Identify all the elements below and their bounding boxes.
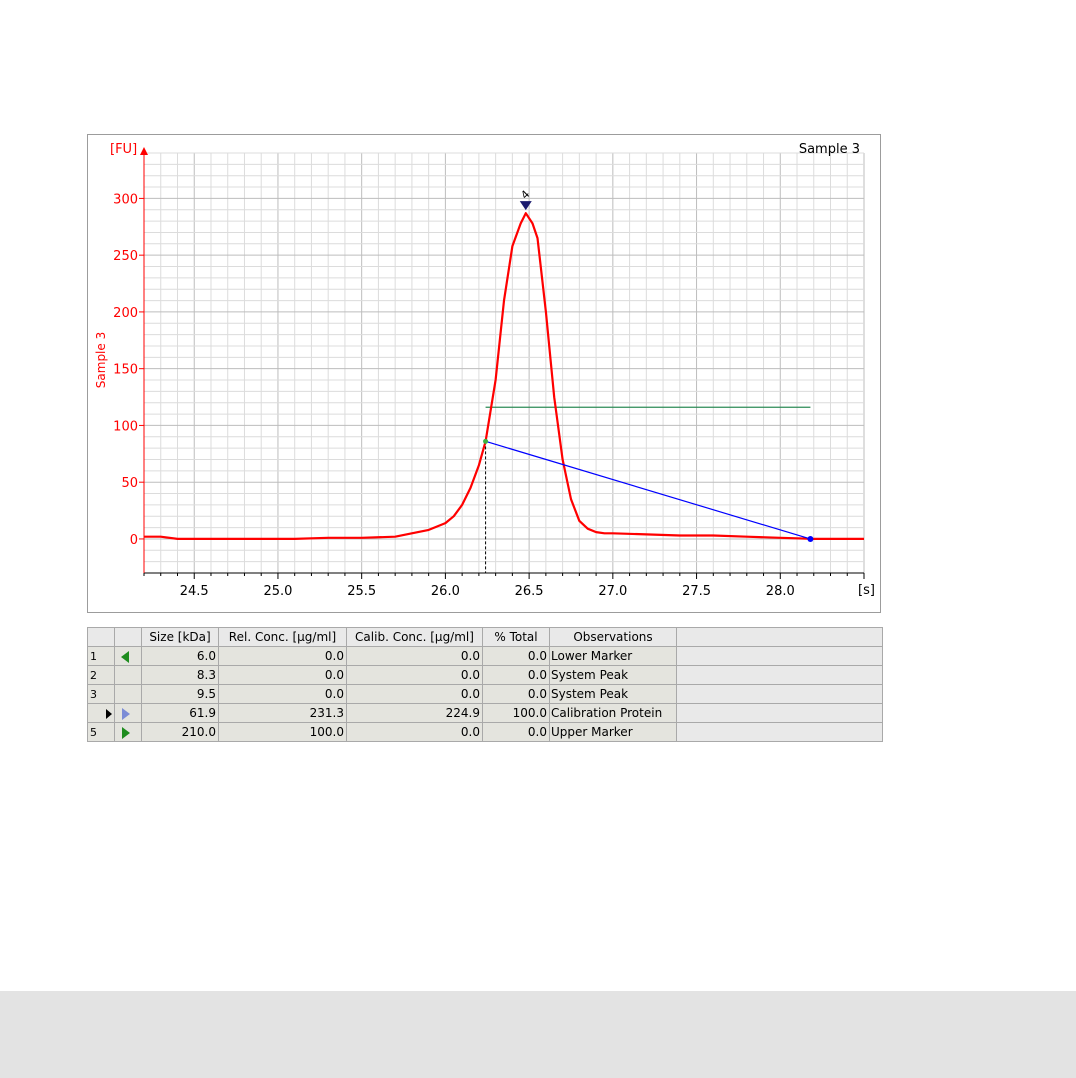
calib-conc-cell: 224.9 (346, 703, 483, 723)
percent-total-cell: 0.0 (482, 665, 550, 685)
row-marker-cell (114, 722, 142, 742)
column-header-size[interactable]: Size [kDa] (141, 627, 219, 647)
column-header-observations[interactable]: Observations (549, 627, 677, 647)
row-index[interactable] (87, 703, 115, 723)
electropherogram-panel[interactable]: 24.5 25.0 25.5 26.0 26.5 27.0 27.5 28.0 0 50 100 15… (87, 134, 881, 613)
upper-marker-icon (122, 726, 130, 739)
row-marker-cell (114, 646, 142, 666)
rel-conc-cell: 0.0 (218, 684, 347, 704)
y-tick-label: 50 (121, 476, 138, 491)
percent-total-cell: 0.0 (482, 684, 550, 704)
table-header-row: Size [kDa] Rel. Conc. [µg/ml] Calib. Con… (87, 627, 883, 647)
chart-title: Sample 3 (799, 142, 860, 157)
y-tick-label: 250 (113, 249, 138, 264)
calib-conc-cell: 0.0 (346, 665, 483, 685)
x-tick-label: 26.0 (431, 584, 460, 599)
observations-cell: System Peak (549, 665, 677, 685)
x-tick-label: 25.0 (263, 584, 292, 599)
y-tick-label: 300 (113, 192, 138, 207)
column-header-index[interactable] (87, 627, 115, 647)
row-index[interactable]: 5 (87, 722, 115, 742)
footer-band (0, 991, 1076, 1078)
size-cell: 9.5 (141, 684, 219, 704)
observations-cell: Calibration Protein (549, 703, 677, 723)
size-cell: 61.9 (141, 703, 219, 723)
table-row[interactable]: 2 8.3 0.0 0.0 0.0 System Peak (87, 665, 883, 685)
row-index-label: 2 (90, 668, 97, 682)
y-axis-arrow (140, 147, 148, 155)
column-header-filler (676, 627, 883, 647)
table-row[interactable]: 5 210.0 100.0 0.0 0.0 Upper Marker (87, 722, 883, 742)
row-index-label: 1 (90, 649, 97, 663)
x-tick-label: 26.5 (515, 584, 544, 599)
size-cell: 210.0 (141, 722, 219, 742)
row-index[interactable]: 1 (87, 646, 115, 666)
rel-conc-cell: 100.0 (218, 722, 347, 742)
row-filler-cell (676, 722, 883, 742)
size-cell: 8.3 (141, 665, 219, 685)
row-filler-cell (676, 665, 883, 685)
y-axis-label: Sample 3 (94, 332, 108, 388)
y-tick-label: 200 (113, 306, 138, 321)
column-header-calib-conc[interactable]: Calib. Conc. [µg/ml] (346, 627, 483, 647)
observations-cell: Lower Marker (549, 646, 677, 666)
peak-table: Size [kDa] Rel. Conc. [µg/ml] Calib. Con… (87, 627, 883, 742)
x-tick-label: 28.0 (766, 584, 795, 599)
rel-conc-cell: 0.0 (218, 665, 347, 685)
x-tick-label: 25.5 (347, 584, 376, 599)
row-index[interactable]: 3 (87, 684, 115, 704)
baseline-start-point (483, 438, 489, 444)
calib-conc-cell: 0.0 (346, 722, 483, 742)
y-tick-label: 100 (113, 419, 138, 434)
column-header-rel-conc[interactable]: Rel. Conc. [µg/ml] (218, 627, 347, 647)
table-body: 1 6.0 0.0 0.0 0.0 Lower Marker 2 8.3 0.0 0.0 0.0 Sy… (87, 646, 883, 742)
y-tick-label: 0 (130, 533, 138, 548)
y-axis-unit: [FU] (110, 142, 137, 157)
size-cell: 6.0 (141, 646, 219, 666)
rel-conc-cell: 0.0 (218, 646, 347, 666)
percent-total-cell: 100.0 (482, 703, 550, 723)
row-index[interactable]: 2 (87, 665, 115, 685)
observations-cell: Upper Marker (549, 722, 677, 742)
row-selector-icon (106, 708, 112, 719)
grid-layer (143, 152, 865, 574)
column-header-percent-total[interactable]: % Total (482, 627, 550, 647)
table-row[interactable]: 3 9.5 0.0 0.0 0.0 System Peak (87, 684, 883, 704)
table-row[interactable]: 1 6.0 0.0 0.0 0.0 Lower Marker (87, 646, 883, 666)
electropherogram-chart: 24.5 25.0 25.5 26.0 26.5 27.0 27.5 28.0 0 50 100 15… (94, 142, 875, 599)
baseline-end-point (807, 535, 814, 542)
table-row[interactable]: 61.9 231.3 224.9 100.0 Calibration Protein (87, 703, 883, 723)
calib-conc-cell: 0.0 (346, 646, 483, 666)
rel-conc-cell: 231.3 (218, 703, 347, 723)
row-filler-cell (676, 684, 883, 704)
percent-total-cell: 0.0 (482, 722, 550, 742)
calibration-marker-icon (122, 707, 130, 720)
row-marker-cell (114, 684, 142, 704)
x-tick-label: 27.0 (598, 584, 627, 599)
row-index-label: 3 (90, 687, 97, 701)
x-tick-label: 27.5 (682, 584, 711, 599)
calib-conc-cell: 0.0 (346, 684, 483, 704)
percent-total-cell: 0.0 (482, 646, 550, 666)
y-tick-label: 150 (113, 363, 138, 378)
row-filler-cell (676, 703, 883, 723)
plot-area (144, 153, 864, 573)
row-marker-cell (114, 665, 142, 685)
row-filler-cell (676, 646, 883, 666)
lower-marker-icon (121, 650, 129, 663)
x-axis-unit: [s] (858, 583, 875, 598)
row-index-label: 5 (90, 725, 97, 739)
column-header-marker[interactable] (114, 627, 142, 647)
row-marker-cell (114, 703, 142, 723)
x-tick-label: 24.5 (180, 584, 209, 599)
observations-cell: System Peak (549, 684, 677, 704)
